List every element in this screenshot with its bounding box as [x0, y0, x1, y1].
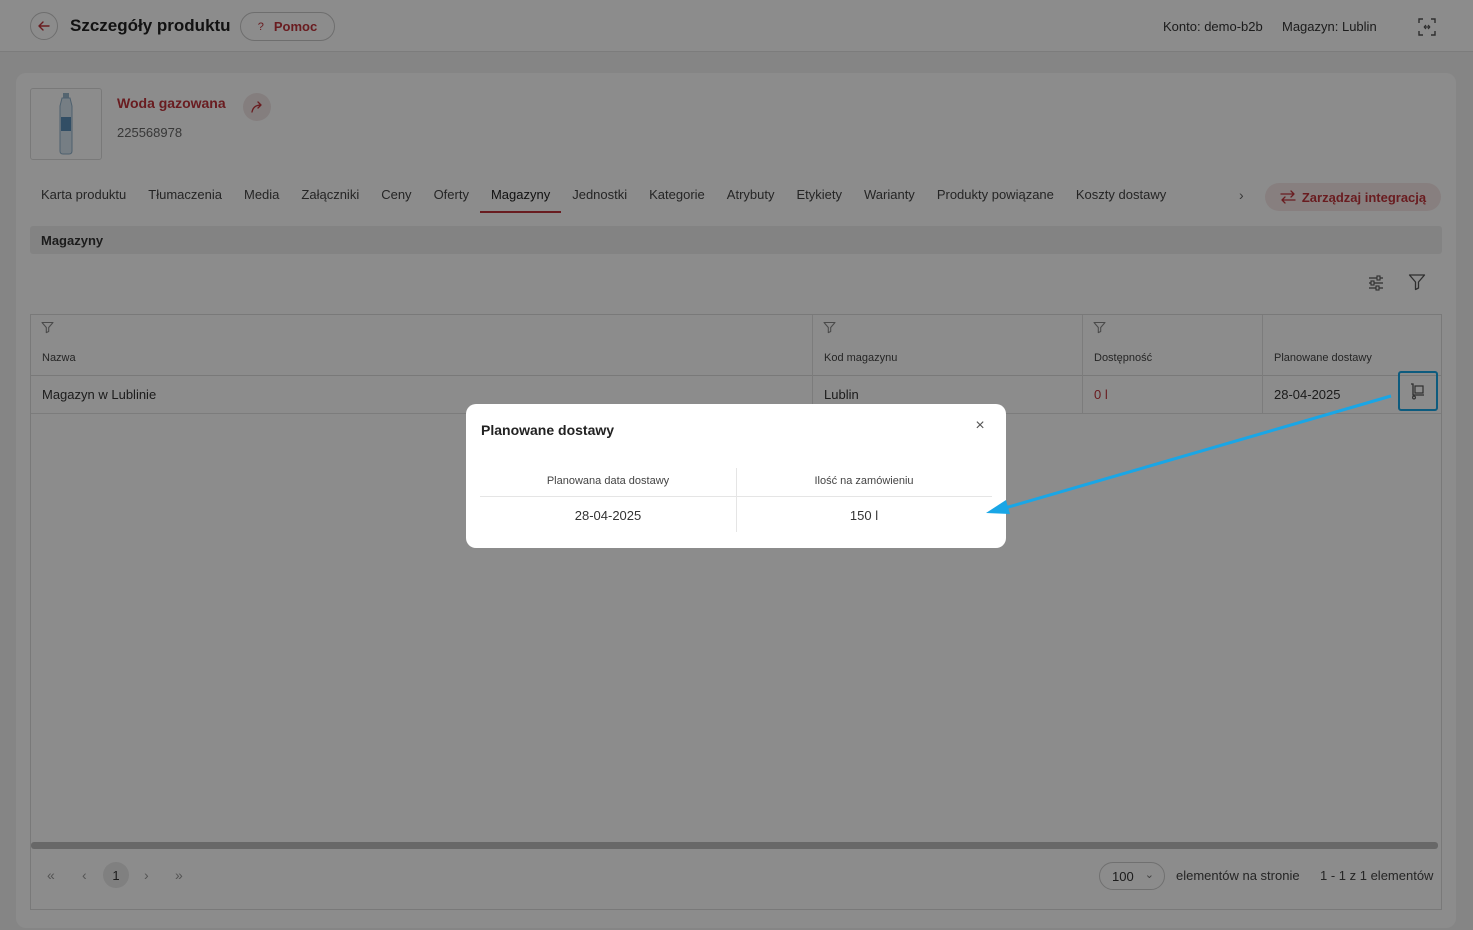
- annotation-arrow: [986, 394, 1392, 514]
